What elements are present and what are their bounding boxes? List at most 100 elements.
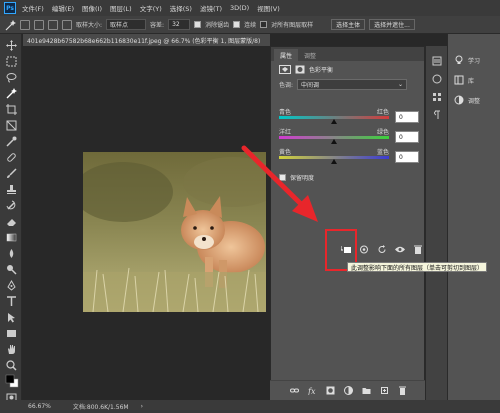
layers-panel-footer: fx [270, 380, 425, 400]
clone-stamp-icon[interactable] [6, 184, 17, 195]
eraser-icon[interactable] [6, 216, 17, 227]
menu-bar: Ps 文件(F) 编辑(E) 图像(I) 图层(L) 文字(Y) 选择(S) 滤… [0, 0, 500, 16]
right-panel-dock: 学习 库 调整 [447, 34, 500, 400]
layer-mask-icon[interactable] [295, 65, 305, 74]
cyan-red-slider: 青色 红色 0 [279, 107, 419, 129]
menu-select[interactable]: 选择(S) [170, 3, 192, 13]
color-balance-icon [279, 64, 291, 74]
hand-icon[interactable] [6, 344, 17, 355]
crop-icon[interactable] [6, 104, 17, 115]
color-panel-icon[interactable] [432, 74, 442, 84]
move-icon[interactable] [6, 40, 17, 51]
tone-select-value: 中间调 [301, 81, 320, 89]
magenta-green-value[interactable]: 0 [395, 131, 419, 143]
history-brush-icon[interactable] [6, 200, 17, 211]
intersect-selection-icon[interactable] [62, 19, 72, 30]
adjustments-panel-item[interactable]: 调整 [448, 90, 500, 110]
cyan-red-thumb[interactable] [331, 119, 337, 124]
select-and-mask-button[interactable]: 选择并遮住... [369, 19, 415, 30]
status-bar: 66.67% 文档:800.6K/1.56M › [0, 400, 500, 413]
sample-size-select[interactable]: 取样点 [106, 19, 147, 30]
magic-wand-tool-icon[interactable] [6, 88, 17, 99]
paragraph-panel-icon[interactable] [432, 110, 442, 120]
status-arrow-icon[interactable]: › [141, 403, 143, 410]
magenta-green-thumb[interactable] [331, 139, 337, 144]
new-layer-icon[interactable] [380, 386, 389, 395]
tolerance-input[interactable]: 32 [168, 19, 191, 30]
select-subject-button[interactable]: 选择主体 [331, 19, 366, 30]
zoom-icon[interactable] [6, 360, 17, 371]
green-label: 绿色 [376, 129, 389, 136]
photoshop-logo[interactable]: Ps [4, 2, 16, 14]
blue-label: 蓝色 [376, 149, 389, 156]
new-group-folder-icon[interactable] [362, 386, 371, 395]
menu-image[interactable]: 图像(I) [82, 3, 102, 13]
tone-label: 色调: [279, 81, 294, 89]
yellow-blue-value[interactable]: 0 [395, 151, 419, 163]
zoom-level[interactable]: 66.67% [28, 403, 51, 410]
antialias-checkbox[interactable] [194, 21, 202, 28]
delete-layer-trash-icon[interactable] [398, 386, 407, 395]
tab-properties[interactable]: 属性 [274, 49, 299, 61]
eyedropper-icon[interactable] [6, 136, 17, 147]
reset-icon[interactable] [377, 244, 387, 254]
preserve-luminosity-checkbox[interactable] [279, 174, 286, 181]
view-previous-state-icon[interactable] [359, 245, 369, 254]
preserve-luminosity-label: 保留明度 [290, 175, 315, 182]
contiguous-label: 连续 [244, 22, 257, 29]
magenta-label: 洋红 [279, 129, 292, 136]
new-adjustment-layer-icon[interactable] [344, 386, 353, 395]
brush-icon[interactable] [6, 168, 17, 179]
blur-icon[interactable] [6, 248, 17, 259]
menu-view[interactable]: 视图(V) [257, 3, 280, 13]
all-layers-checkbox[interactable] [260, 21, 268, 28]
rectangle-shape-icon[interactable] [6, 328, 17, 339]
red-label: 红色 [376, 109, 389, 116]
cyan-label: 青色 [279, 109, 292, 116]
frame-icon[interactable] [6, 120, 17, 131]
tab-adjustments[interactable]: 调整 [298, 49, 322, 61]
swatches-panel-icon[interactable] [432, 92, 442, 102]
dodge-icon[interactable] [6, 264, 17, 275]
lasso-icon[interactable] [6, 72, 17, 83]
path-selection-icon[interactable] [6, 312, 17, 323]
learn-panel-item[interactable]: 学习 [448, 50, 500, 70]
menu-edit[interactable]: 编辑(E) [52, 3, 74, 13]
tooltip-text: 此调整影响下面的所有图层（单击可剪切到图层） [351, 264, 484, 272]
collapsed-panel-dock [425, 46, 447, 400]
menu-type[interactable]: 文字(Y) [140, 3, 162, 13]
document-size-info[interactable]: 文档:800.6K/1.56M [73, 402, 129, 411]
marquee-icon[interactable] [6, 56, 17, 67]
menu-filter[interactable]: 滤镜(T) [200, 3, 222, 13]
foreground-background-colors[interactable] [5, 374, 19, 388]
document-tab-title: 401e9428b67582b68e662b116830e11f.jpeg @ … [27, 37, 261, 45]
menu-file[interactable]: 文件(F) [22, 3, 44, 13]
tone-select[interactable]: 中间调 ⌄ [297, 78, 408, 90]
history-panel-icon[interactable] [432, 56, 442, 66]
yellow-label: 黄色 [279, 149, 292, 156]
gradient-icon[interactable] [6, 232, 17, 243]
document-tab[interactable]: 401e9428b67582b68e662b116830e11f.jpeg @ … [23, 34, 270, 46]
contiguous-checkbox[interactable] [233, 21, 241, 28]
adjustments-icon [454, 95, 464, 105]
subtract-selection-icon[interactable] [48, 19, 58, 30]
yellow-blue-thumb[interactable] [331, 159, 337, 164]
menu-3d[interactable]: 3D(D) [230, 4, 249, 12]
magic-wand-icon[interactable] [4, 19, 16, 31]
fox-photo[interactable] [83, 152, 266, 312]
options-bar: 取样大小: 取样点 容差: 32 消除锯齿 连续 对所有图层取样 选择主体 选择… [0, 16, 500, 34]
trash-icon[interactable] [413, 245, 423, 254]
link-layers-icon[interactable] [290, 386, 299, 395]
new-selection-icon[interactable] [20, 19, 30, 30]
learn-label: 学习 [468, 57, 481, 65]
add-selection-icon[interactable] [34, 19, 44, 30]
healing-brush-icon[interactable] [6, 152, 17, 163]
menu-layer[interactable]: 图层(L) [110, 3, 132, 13]
libraries-panel-item[interactable]: 库 [448, 70, 500, 90]
layer-style-fx-icon[interactable]: fx [308, 386, 317, 395]
add-mask-icon[interactable] [326, 386, 335, 395]
pen-icon[interactable] [6, 280, 17, 291]
visibility-eye-icon[interactable] [395, 245, 405, 254]
cyan-red-value[interactable]: 0 [395, 111, 419, 123]
type-icon[interactable] [6, 296, 17, 307]
